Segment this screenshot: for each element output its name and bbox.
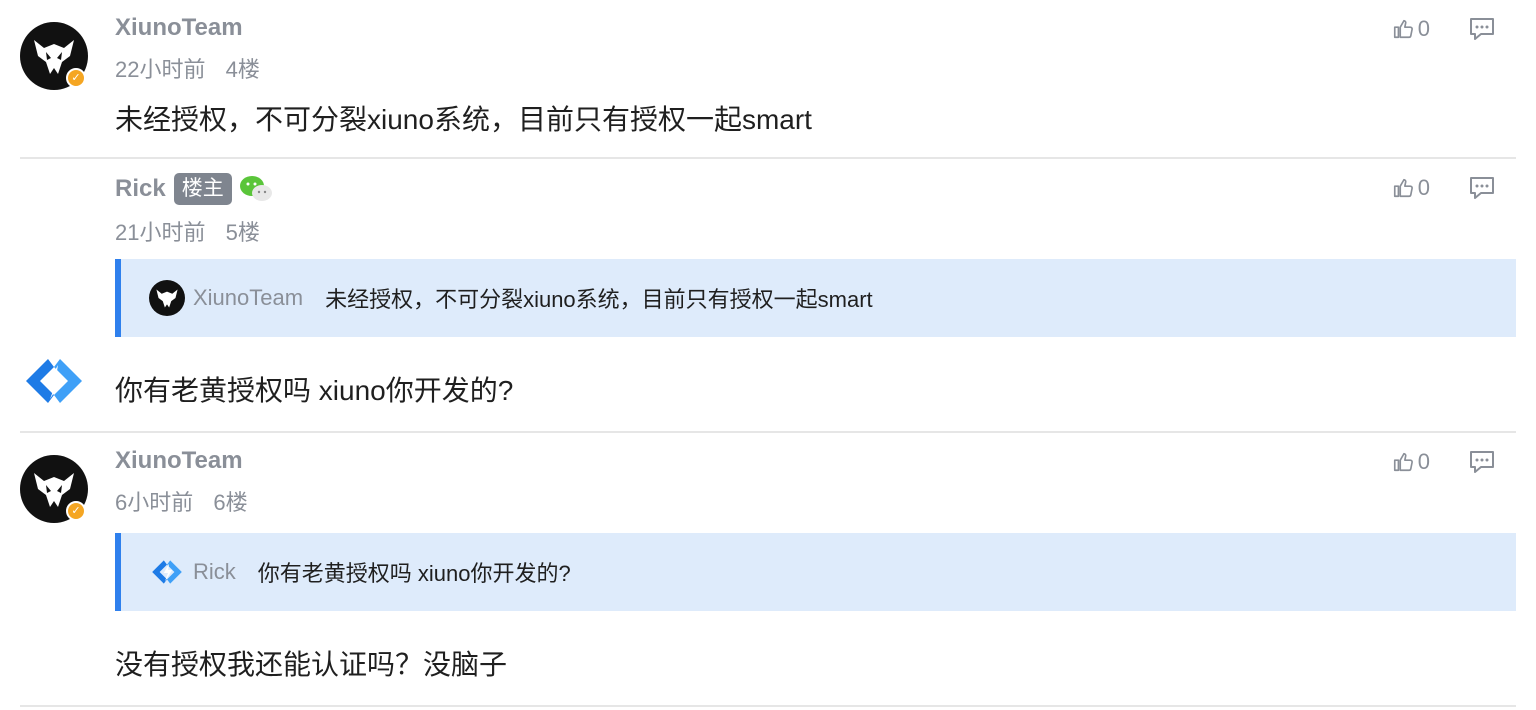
post-item: ✓ XiunoTeam 22小时前 4楼 0 未经授权，不可分裂xiuno系统，… [20, 0, 1516, 159]
like-count: 0 [1417, 16, 1430, 41]
post-content: 没有授权我还能认证吗？没脑子 [115, 649, 508, 680]
like-button[interactable]: 0 [1392, 449, 1430, 475]
quote-avatar [149, 554, 185, 590]
like-button[interactable]: 0 [1392, 175, 1430, 201]
owner-badge: 楼主 [173, 173, 232, 205]
avatar[interactable]: ✓ [20, 455, 88, 523]
verified-badge-icon: ✓ [66, 501, 86, 521]
comment-icon[interactable] [1468, 16, 1496, 42]
post-time: 22小时前 [115, 57, 206, 82]
comment-icon[interactable] [1468, 449, 1496, 475]
quote-avatar [149, 280, 185, 316]
quote-username[interactable]: Rick [193, 559, 236, 585]
quote-text: 未经授权，不可分裂xiuno系统，目前只有授权一起smart [325, 287, 873, 312]
post-time: 21小时前 [115, 220, 206, 245]
username[interactable]: Rick [115, 175, 166, 203]
quoted-reply[interactable]: XiunoTeam 未经授权，不可分裂xiuno系统，目前只有授权一起smart [115, 259, 1516, 337]
post-item: Rick 楼主 21小时前 5楼 0 XiunoTeam 未经授权，不可分裂xiu… [20, 159, 1516, 433]
rick-logo-icon [152, 560, 182, 584]
post-time: 6小时前 [115, 490, 194, 515]
rick-logo-icon [26, 359, 82, 403]
post-item: ✓ XiunoTeam 6小时前 6楼 0 Rick 你有老黄授权吗 xiuno… [20, 433, 1516, 707]
wechat-icon [239, 176, 272, 201]
like-button[interactable]: 0 [1392, 16, 1430, 42]
like-count: 0 [1417, 449, 1430, 474]
thumbs-up-icon [1393, 178, 1413, 198]
avatar[interactable] [20, 347, 88, 415]
thumbs-up-icon [1393, 452, 1413, 472]
floor-number: 5楼 [225, 220, 260, 245]
verified-badge-icon: ✓ [66, 68, 86, 88]
like-count: 0 [1417, 175, 1430, 200]
avatar[interactable]: ✓ [20, 22, 88, 90]
floor-number: 6楼 [213, 490, 248, 515]
post-content: 你有老黄授权吗 xiuno你开发的? [115, 375, 514, 406]
floor-number: 4楼 [225, 57, 260, 82]
quote-text: 你有老黄授权吗 xiuno你开发的? [257, 561, 571, 586]
post-content: 未经授权，不可分裂xiuno系统，目前只有授权一起smart [115, 104, 812, 135]
xiunoteam-logo-icon [149, 280, 185, 316]
quote-username[interactable]: XiunoTeam [193, 285, 303, 311]
username[interactable]: XiunoTeam [115, 14, 243, 42]
quoted-reply[interactable]: Rick 你有老黄授权吗 xiuno你开发的? [115, 533, 1516, 611]
comment-icon[interactable] [1468, 175, 1496, 201]
thumbs-up-icon [1393, 19, 1413, 39]
username[interactable]: XiunoTeam [115, 447, 243, 475]
